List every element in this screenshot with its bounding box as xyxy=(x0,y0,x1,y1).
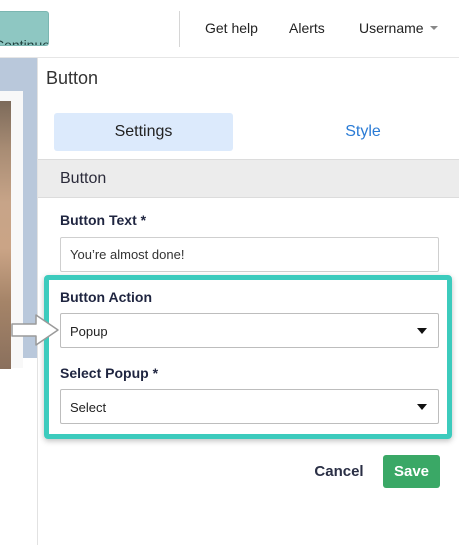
get-help-link[interactable]: Get help xyxy=(205,20,258,36)
panel-divider xyxy=(37,58,38,545)
tab-style[interactable]: Style xyxy=(273,113,453,151)
top-bar: Continue Get help Alerts Username xyxy=(0,0,459,58)
button-text-label: Button Text * xyxy=(60,212,147,228)
page-preview xyxy=(0,58,37,545)
top-bar-divider xyxy=(179,11,180,47)
cancel-button[interactable]: Cancel xyxy=(306,455,372,488)
pointer-arrow-icon xyxy=(11,314,59,346)
section-title: Button xyxy=(60,170,107,187)
tab-settings[interactable]: Settings xyxy=(54,113,233,151)
continue-button-label: Continue xyxy=(0,36,49,46)
username-label: Username xyxy=(359,20,424,36)
continue-button[interactable]: Continue xyxy=(0,11,49,46)
button-text-input[interactable] xyxy=(60,237,439,272)
panel-title: Button xyxy=(46,68,99,88)
alerts-link[interactable]: Alerts xyxy=(289,20,325,36)
chevron-down-icon xyxy=(429,26,438,30)
save-button[interactable]: Save xyxy=(383,455,440,488)
username-menu[interactable]: Username xyxy=(359,20,438,36)
highlight-frame xyxy=(44,275,452,439)
section-header[interactable]: Button xyxy=(38,159,459,198)
